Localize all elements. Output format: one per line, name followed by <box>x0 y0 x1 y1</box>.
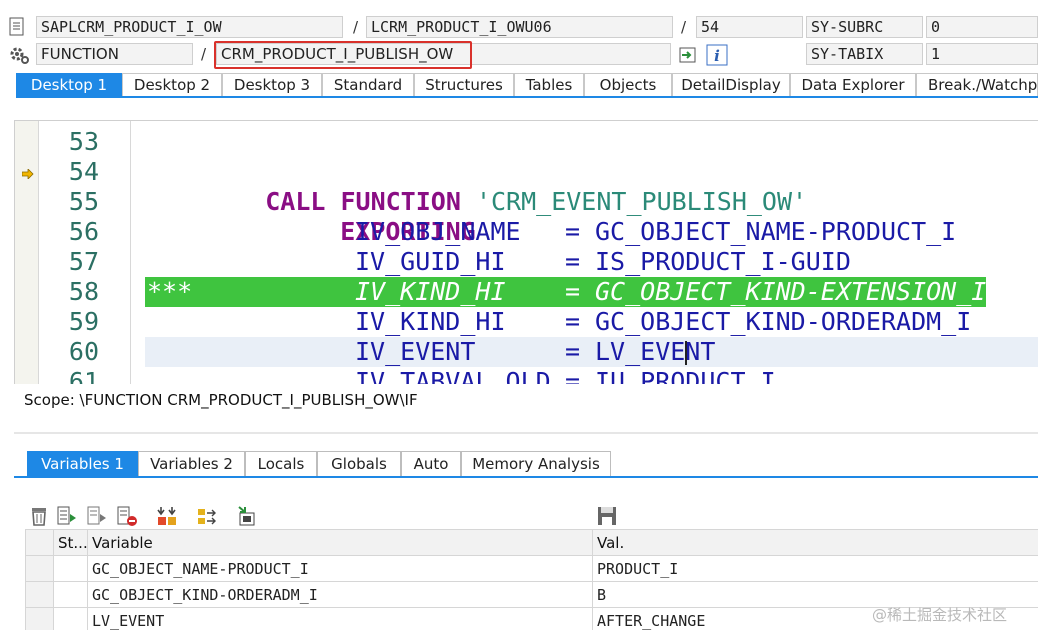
sy-subrc-value[interactable]: 0 <box>926 16 1038 38</box>
row-selector[interactable] <box>26 582 54 608</box>
code-operator: = <box>565 217 581 246</box>
remove-row-icon[interactable] <box>116 505 138 527</box>
separator: / <box>201 45 207 63</box>
text-cursor <box>685 341 687 365</box>
copy-row-icon[interactable] <box>86 505 108 527</box>
tab-breakpoints-watchpoints[interactable]: Break./Watchpo <box>916 73 1038 96</box>
code-operator: = <box>565 367 581 384</box>
row-selector-header[interactable] <box>26 530 54 556</box>
desktop-tabs: Desktop 1 Desktop 2 Desktop 3 Standard S… <box>16 73 1038 96</box>
line-number: 56 <box>68 217 99 246</box>
program-field[interactable]: SAPLCRM_PRODUCT_I_OW <box>36 16 343 38</box>
variable-cell[interactable]: GC_OBJECT_NAME-PRODUCT_I <box>88 556 593 582</box>
code-value: GC_OBJECT_KIND-ORDERADM_I <box>595 307 972 336</box>
code-operator: = <box>565 277 581 306</box>
cursor-line-highlight <box>145 337 1038 367</box>
svg-text:i: i <box>714 47 720 65</box>
code-param: IV_TABVAL_OLD <box>355 367 551 384</box>
variable-cell[interactable]: GC_OBJECT_KIND-ORDERADM_I <box>88 582 593 608</box>
status-cell <box>54 582 88 608</box>
tab-variables-2[interactable]: Variables 2 <box>138 451 245 476</box>
line-number: 54 <box>68 157 99 186</box>
event-type-field[interactable]: FUNCTION <box>36 43 193 65</box>
tab-desktop-3[interactable]: Desktop 3 <box>222 73 322 96</box>
event-name-highlight <box>214 41 472 69</box>
status-cell <box>54 556 88 582</box>
tab-desktop-2[interactable]: Desktop 2 <box>122 73 222 96</box>
code-param: IV_EVENT <box>355 337 476 366</box>
tab-standard[interactable]: Standard <box>322 73 414 96</box>
separator: / <box>681 18 687 36</box>
tab-globals[interactable]: Globals <box>317 451 401 476</box>
tab-data-explorer[interactable]: Data Explorer <box>790 73 916 96</box>
gear-icon[interactable] <box>8 44 30 66</box>
breakpoint-gutter[interactable] <box>15 121 39 384</box>
sy-tabix-label: SY-TABIX <box>806 43 923 65</box>
line-number: 53 <box>68 127 99 156</box>
separator: / <box>353 18 359 36</box>
tab-locals[interactable]: Locals <box>245 451 317 476</box>
sy-tabix-value[interactable]: 1 <box>926 43 1038 65</box>
save-icon[interactable] <box>596 505 618 527</box>
code-param: IV_KIND_HI <box>355 307 506 336</box>
tab-memory-analysis[interactable]: Memory Analysis <box>461 451 611 476</box>
code-value: LV_EVENT <box>595 337 716 366</box>
code-value: GC_OBJECT_NAME-PRODUCT_I <box>595 217 957 246</box>
pane-divider[interactable] <box>14 432 1038 434</box>
tab-structures[interactable]: Structures <box>414 73 514 96</box>
document-icon <box>9 17 25 37</box>
code-param: IV_OBJ_NAME <box>355 217 521 246</box>
sy-subrc-label: SY-SUBRC <box>806 16 923 38</box>
code-param: IV_GUID_HI <box>355 247 506 276</box>
row-selector[interactable] <box>26 556 54 582</box>
delete-icon[interactable] <box>28 505 50 527</box>
status-cell <box>54 608 88 630</box>
source-code-editor[interactable]: 53 54 55 56 57 58 59 60 61 CALL FUNCTION… <box>14 120 1038 384</box>
code-param: IV_KIND_HI <box>355 277 506 306</box>
tab-variables-1[interactable]: Variables 1 <box>27 451 138 476</box>
tab-tables[interactable]: Tables <box>514 73 584 96</box>
row-selector[interactable] <box>26 608 54 630</box>
watermark: @稀土掘金技术社区 <box>872 606 1008 624</box>
include-field[interactable]: LCRM_PRODUCT_I_OWU06 <box>366 16 673 38</box>
code-operator: = <box>565 337 581 366</box>
line-number: 55 <box>68 187 99 216</box>
code-line-54[interactable]: CALL FUNCTION 'CRM_EVENT_PUBLISH_OW' <box>205 157 807 216</box>
tab-objects[interactable]: Objects <box>584 73 672 96</box>
code-value: GC_OBJECT_KIND-EXTENSION_I <box>595 277 987 306</box>
variables-tabbar-underline <box>14 476 1038 478</box>
code-operator: = <box>565 247 581 276</box>
line-number: 57 <box>68 247 99 276</box>
column-header-status[interactable]: St... <box>54 530 88 556</box>
code-line-55[interactable]: EXPORTING <box>280 187 475 246</box>
tab-auto[interactable]: Auto <box>401 451 461 476</box>
value-cell[interactable]: PRODUCT_I <box>593 556 1038 582</box>
display-icon[interactable] <box>236 505 258 527</box>
transfer-icon[interactable] <box>196 505 218 527</box>
scope-label: Scope: \FUNCTION CRM_PRODUCT_I_PUBLISH_O… <box>24 391 418 409</box>
tab-desktop-1[interactable]: Desktop 1 <box>16 73 122 96</box>
code-comment-marker: *** <box>147 277 193 306</box>
line-number: 60 <box>68 337 99 366</box>
insert-row-icon[interactable] <box>56 505 78 527</box>
column-header-variable[interactable]: Variable <box>88 530 593 556</box>
move-down-icon[interactable] <box>156 505 178 527</box>
string-literal: 'CRM_EVENT_PUBLISH_OW' <box>475 187 808 216</box>
line-number: 61 <box>68 367 99 384</box>
code-value: IU_PRODUCT_I <box>595 367 776 384</box>
variable-cell[interactable]: LV_EVENT <box>88 608 593 630</box>
info-icon[interactable]: i <box>706 44 728 66</box>
tab-detaildisplay[interactable]: DetailDisplay <box>672 73 790 96</box>
line-number: 59 <box>68 307 99 336</box>
line-number: 58 <box>68 277 99 306</box>
code-value: IS_PRODUCT_I-GUID <box>595 247 851 276</box>
variables-tabs: Variables 1 Variables 2 Locals Globals A… <box>27 451 617 476</box>
column-header-value[interactable]: Val. <box>593 530 1038 556</box>
current-line-arrow-icon <box>21 165 34 180</box>
line-field[interactable]: 54 <box>696 16 803 38</box>
navigate-icon[interactable] <box>678 45 698 65</box>
code-operator: = <box>565 307 581 336</box>
